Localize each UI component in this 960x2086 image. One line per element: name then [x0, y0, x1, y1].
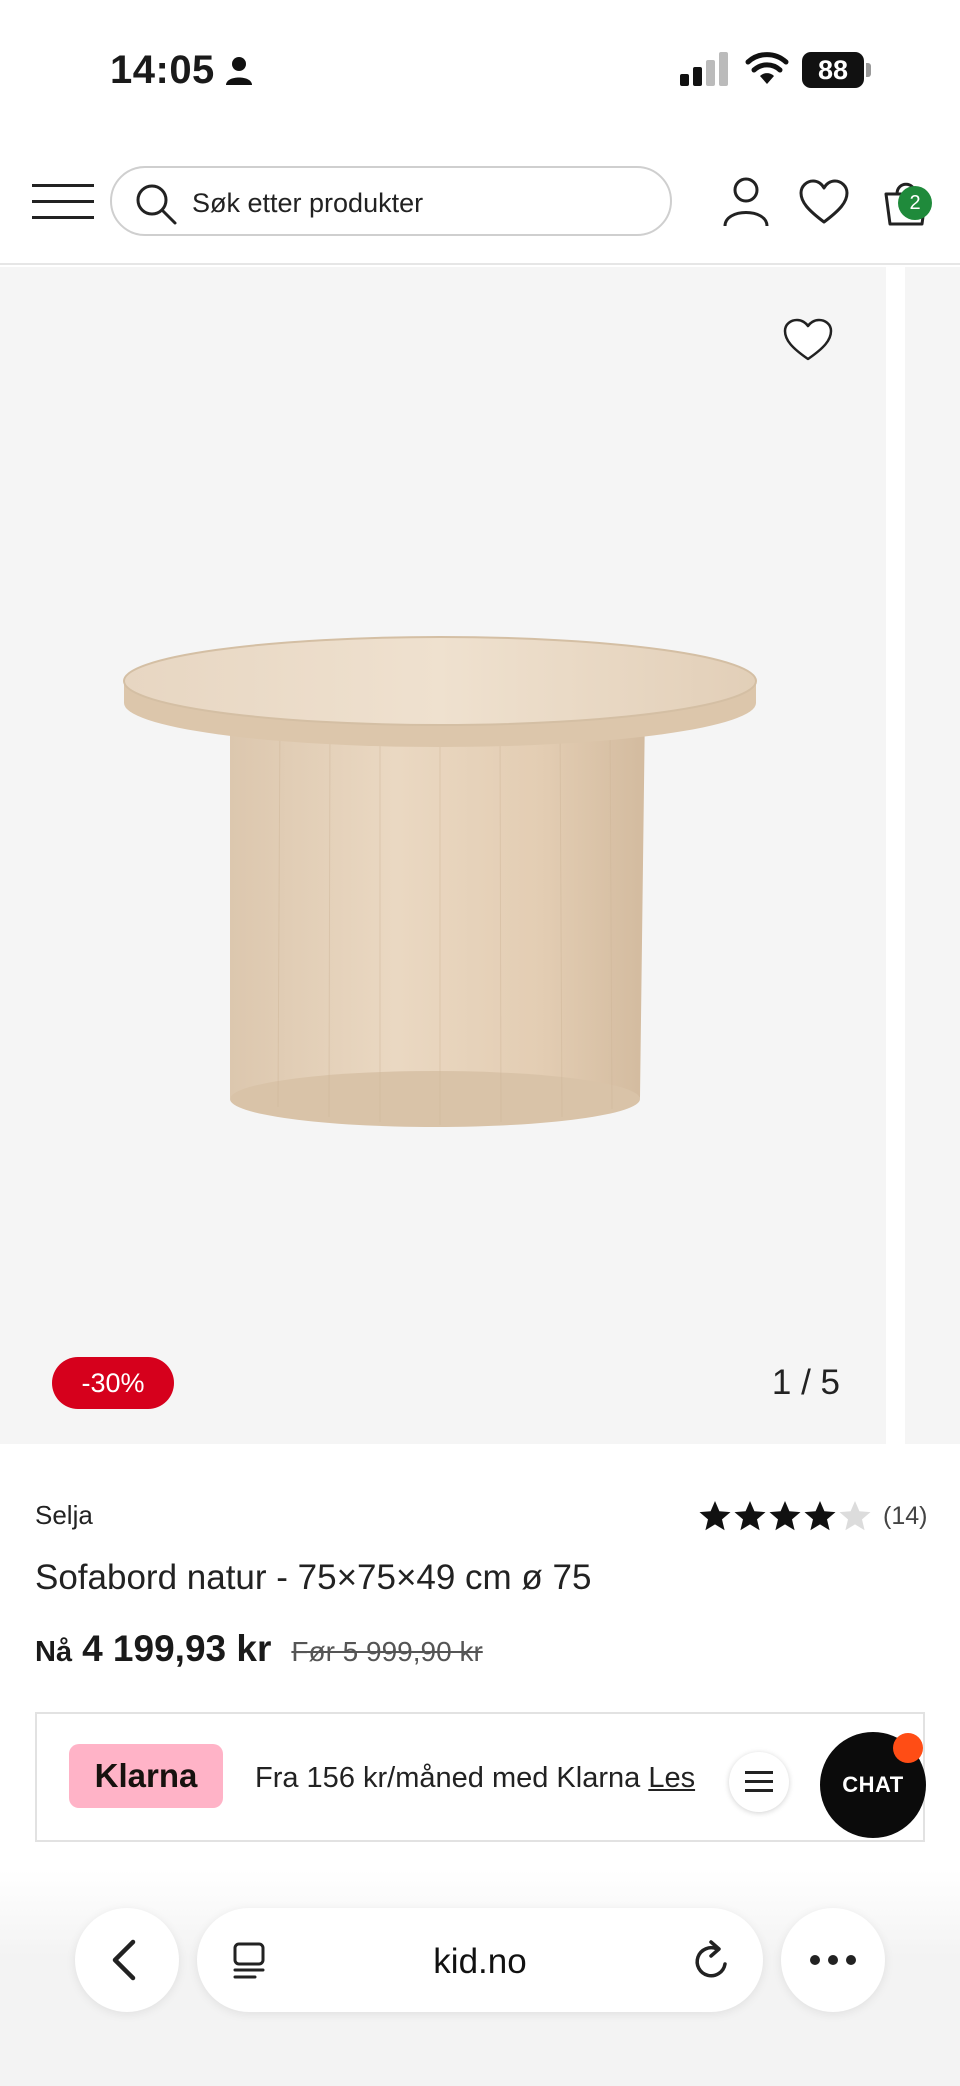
wifi-icon	[745, 52, 789, 84]
signal-icon	[680, 52, 728, 86]
price-now: 4 199,93 kr	[82, 1628, 272, 1669]
chat-notification-dot	[893, 1733, 923, 1763]
klarna-banner: Klarna Fra 156 kr/måned med Klarna Les	[35, 1712, 925, 1842]
chevron-left-icon	[112, 1939, 136, 1981]
discount-badge: -30%	[52, 1357, 174, 1409]
klarna-read-more-link[interactable]: Les	[648, 1762, 695, 1794]
url-text: kid.no	[433, 1942, 527, 1981]
search-placeholder: Søk etter produkter	[192, 188, 424, 218]
address-bar[interactable]: kid.no	[197, 1908, 763, 2012]
reload-icon[interactable]	[691, 1938, 733, 1982]
account-icon[interactable]	[722, 176, 770, 228]
list-icon	[745, 1771, 773, 1792]
klarna-text: Fra 156 kr/måned med Klarna Les	[255, 1762, 695, 1795]
price-row: Nå 4 199,93 kr Før 5 999,90 kr	[35, 1628, 483, 1670]
person-icon	[226, 57, 252, 85]
star-icon	[769, 1501, 801, 1531]
heart-icon[interactable]	[782, 317, 834, 363]
back-button[interactable]	[75, 1908, 179, 2012]
price-before: Før 5 999,90 kr	[291, 1636, 483, 1667]
rating-stars	[698, 1499, 873, 1533]
cart-count-badge: 2	[898, 186, 932, 220]
klarna-logo: Klarna	[69, 1744, 223, 1808]
battery-icon: 88	[802, 52, 872, 88]
star-icon	[734, 1501, 766, 1531]
more-button[interactable]	[781, 1908, 885, 2012]
list-menu-button[interactable]	[729, 1752, 789, 1812]
menu-icon[interactable]	[32, 182, 94, 222]
klarna-message: Fra 156 kr/måned med Klarna	[255, 1762, 641, 1794]
search-input[interactable]: Søk etter produkter	[110, 166, 672, 236]
battery-level: 88	[802, 52, 864, 88]
site-header: Søk etter produkter 2	[0, 140, 960, 265]
search-icon	[136, 184, 177, 225]
status-time: 14:05	[110, 48, 215, 92]
gallery-slide[interactable]: -30% 1 / 5	[0, 267, 886, 1444]
product-rating[interactable]: (14)	[698, 1498, 927, 1534]
gallery-next-slide[interactable]	[905, 267, 960, 1444]
rating-count: (14)	[883, 1501, 928, 1530]
gallery-counter: 1 / 5	[771, 1363, 840, 1402]
product-gallery[interactable]: -30% 1 / 5	[0, 267, 960, 1444]
star-icon	[839, 1501, 871, 1531]
status-bar: 14:05 88	[0, 0, 960, 140]
star-icon	[699, 1501, 731, 1531]
product-image	[123, 636, 757, 1127]
star-icon	[804, 1501, 836, 1531]
product-title: Sofabord natur - 75×75×49 cm ø 75	[35, 1558, 592, 1597]
price-now-label: Nå	[35, 1636, 73, 1668]
product-brand[interactable]: Selja	[35, 1500, 93, 1531]
heart-icon[interactable]	[798, 178, 850, 226]
more-icon	[810, 1955, 856, 1965]
